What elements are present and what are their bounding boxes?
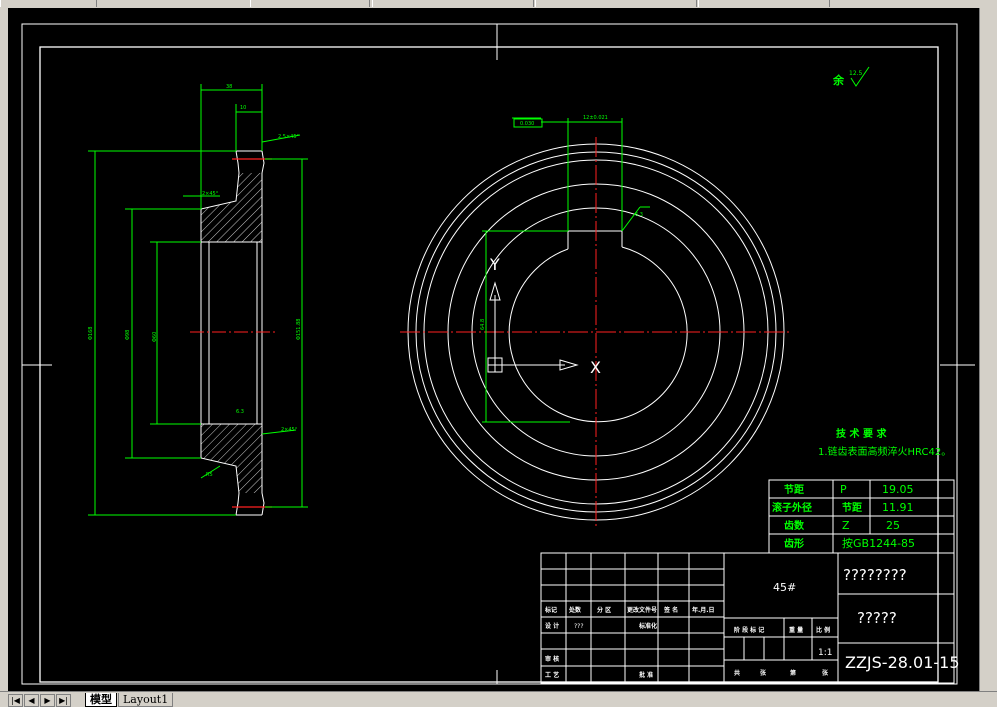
svg-text:64.8: 64.8 [480,319,486,330]
svg-text:第: 第 [789,669,796,677]
svg-text:Φ151.88: Φ151.88 [296,319,302,340]
svg-text:6.3: 6.3 [236,409,244,415]
svg-text:按GB1244-85: 按GB1244-85 [842,536,915,550]
svg-text:张: 张 [822,669,829,677]
layout-tabs-bar: |◀ ◀ ▶ ▶| 模型 Layout1 [0,691,997,707]
svg-text:齿形: 齿形 [784,537,804,550]
tech-title: 技 术 要 求 [836,427,887,440]
front-view: 0.030 12±0.021 64.8 6.3 X Y [400,115,790,528]
toolbar-segment[interactable] [698,0,830,7]
svg-text:?????: ????? [857,609,897,627]
svg-text:处数: 处数 [568,606,582,614]
tab-model[interactable]: 模型 [85,693,117,707]
svg-text:6.3: 6.3 [635,212,643,218]
svg-text:45#: 45# [773,581,796,594]
right-scrollbar[interactable] [979,8,997,691]
center-marks [22,24,975,684]
svg-text:节距: 节距 [784,483,804,496]
svg-text:滚子外径: 滚子外径 [772,501,812,514]
outer-border [21,23,958,685]
svg-text:2×45°: 2×45° [202,191,219,197]
svg-text:X: X [590,358,601,377]
tech-item: 1.链齿表面高频淬火HRC42。 [818,445,951,458]
svg-text:审 核: 审 核 [545,655,559,663]
svg-text:R5: R5 [206,472,213,478]
roughness-note: 余 12.5 [832,66,870,87]
svg-text:0.030: 0.030 [520,121,534,127]
svg-text:标记: 标记 [544,606,557,614]
svg-text:工 艺: 工 艺 [545,671,559,679]
tab-layout1[interactable]: Layout1 [118,693,174,707]
svg-text:张: 张 [760,669,767,677]
svg-text:11.91: 11.91 [882,501,914,514]
svg-text:10: 10 [240,105,246,111]
svg-text:Z: Z [842,519,850,532]
svg-text:1:1: 1:1 [818,648,832,658]
svg-text:年.月.日: 年.月.日 [692,606,715,614]
prev-icon[interactable]: ◀ [24,694,39,707]
toolbar-segment[interactable] [372,0,534,7]
ucs-icon [487,281,579,373]
param-table: 节距 滚子外径 齿数 齿形 节距 P 19.05 11.91 Z 25 按GB1… [768,479,955,554]
toolbar-segment[interactable] [0,0,97,7]
svg-text:12±0.021: 12±0.021 [583,115,608,121]
svg-text:Φ60: Φ60 [152,332,158,342]
svg-text:2.5×45°: 2.5×45° [278,134,300,140]
svg-text:Φ168: Φ168 [88,327,94,340]
svg-text:12.5: 12.5 [849,70,863,77]
svg-text:更改文件号: 更改文件号 [627,606,657,614]
svg-text:批 准: 批 准 [639,671,653,679]
section-view: 38 10 2.5×45° 2×45° 2×45° R5 6.3 Φ168 Φ9… [88,84,308,516]
title-block: 标记 处数 分 区 更改文件号 签 名 年.月.日 设 计 标准化 审 核 工 … [540,552,960,684]
svg-text:共: 共 [734,669,740,677]
last-icon[interactable]: ▶| [56,694,71,707]
svg-text:比 例: 比 例 [816,626,830,634]
svg-text:分 区: 分 区 [597,606,611,614]
svg-text:25: 25 [886,519,900,532]
next-icon[interactable]: ▶ [40,694,55,707]
svg-text:节距: 节距 [842,501,862,514]
svg-text:???: ??? [574,623,584,630]
toolbar-segment[interactable] [250,0,370,7]
svg-text:ZZJS-28.01-15: ZZJS-28.01-15 [845,653,960,672]
svg-text:签 名: 签 名 [663,606,678,614]
svg-text:Φ98: Φ98 [125,330,131,340]
svg-text:阶 段 标 记: 阶 段 标 记 [734,626,764,634]
drawing-canvas[interactable]: 38 10 2.5×45° 2×45° 2×45° R5 6.3 Φ168 Φ9… [8,8,979,691]
cad-drawing: 38 10 2.5×45° 2×45° 2×45° R5 6.3 Φ168 Φ9… [21,23,975,685]
toolbar-segment[interactable] [535,0,697,7]
svg-text:余: 余 [832,73,845,87]
svg-text:19.05: 19.05 [882,483,914,496]
svg-text:P: P [840,483,847,496]
svg-text:设 计: 设 计 [545,622,559,630]
svg-text:重 量: 重 量 [789,626,803,634]
first-icon[interactable]: |◀ [8,694,23,707]
svg-text:2×45°: 2×45° [281,427,298,433]
svg-text:Y: Y [489,255,500,274]
svg-text:????????: ???????? [843,566,907,584]
svg-text:齿数: 齿数 [784,519,805,532]
svg-text:38: 38 [226,84,232,90]
svg-text:标准化: 标准化 [638,622,657,630]
